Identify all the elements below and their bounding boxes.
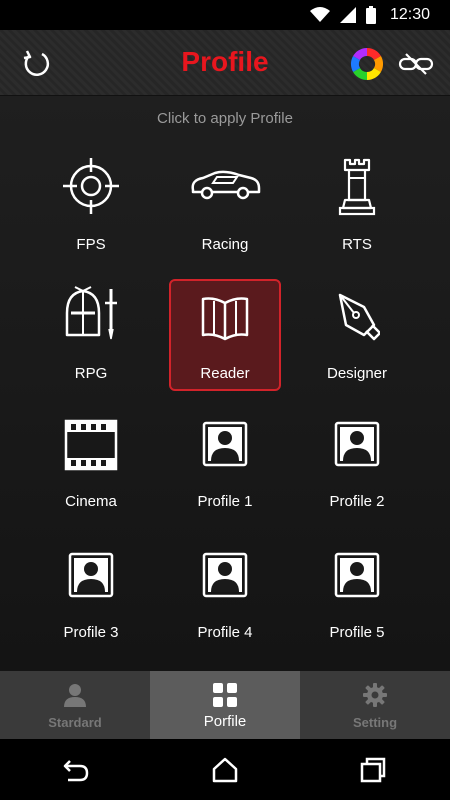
- knight-helmet-icon: [65, 286, 117, 340]
- crosshair-icon: [63, 158, 119, 214]
- pen-nib-icon: [338, 293, 380, 341]
- app-bar: Profile: [0, 30, 450, 96]
- tab-label: Porfile: [203, 713, 247, 730]
- profile-tile-profile-3[interactable]: Profile 3: [35, 540, 147, 652]
- profile-tile-profile-2[interactable]: Profile 2: [301, 409, 413, 521]
- book-icon: [201, 297, 249, 341]
- profile-label: Profile 5: [329, 624, 385, 641]
- home-icon[interactable]: [211, 757, 239, 783]
- profile-label: FPS: [76, 236, 106, 253]
- profile-tile-profile-4[interactable]: Profile 4: [169, 540, 281, 652]
- profile-tile-racing[interactable]: Racing: [169, 152, 281, 264]
- profile-label: Designer: [326, 365, 388, 382]
- hint-text: Click to apply Profile: [157, 110, 293, 127]
- profile-tile-fps[interactable]: FPS: [35, 152, 147, 264]
- race-car-icon: [191, 170, 261, 200]
- profile-tile-reader[interactable]: Reader: [169, 279, 281, 391]
- tab-label: Setting: [352, 715, 398, 730]
- user-icon: [334, 421, 380, 467]
- profile-label: Reader: [200, 365, 250, 382]
- user-icon: [68, 552, 114, 598]
- cell-signal-icon: [339, 7, 356, 23]
- profile-label: Cinema: [65, 493, 117, 510]
- profile-tile-rts[interactable]: RTS: [301, 152, 413, 264]
- tab-profile[interactable]: Porfile: [150, 671, 300, 739]
- person-icon: [64, 684, 86, 707]
- unlink-icon[interactable]: [398, 52, 434, 76]
- gear-icon: [363, 683, 387, 707]
- user-icon: [202, 552, 248, 598]
- recents-icon[interactable]: [359, 757, 387, 783]
- clock: 12:30: [389, 6, 430, 23]
- profile-label: Profile 1: [197, 493, 253, 510]
- wifi-icon: [309, 7, 330, 22]
- bottom-tab-bar: Stardard Porfile Setting: [0, 671, 450, 739]
- color-wheel-icon[interactable]: [350, 47, 384, 81]
- back-icon[interactable]: [62, 757, 90, 783]
- status-bar: 12:30: [0, 0, 450, 30]
- profile-tile-rpg[interactable]: RPG: [35, 281, 147, 393]
- profile-tile-designer[interactable]: Designer: [301, 281, 413, 393]
- user-icon: [334, 552, 380, 598]
- profile-tile-profile-5[interactable]: Profile 5: [301, 540, 413, 652]
- tab-setting[interactable]: Setting: [300, 671, 450, 739]
- tab-standard[interactable]: Stardard: [0, 671, 150, 739]
- system-nav-bar: [0, 739, 450, 800]
- profile-label: Profile 4: [197, 624, 253, 641]
- film-icon: [64, 419, 118, 471]
- profile-grid-area: Click to apply Profile FPS Racing RTS RP…: [0, 96, 450, 671]
- profile-label: Profile 2: [329, 493, 385, 510]
- chess-rook-icon: [338, 158, 376, 216]
- profile-tile-cinema[interactable]: Cinema: [35, 409, 147, 521]
- grid-icon: [213, 683, 237, 707]
- tab-label: Stardard: [48, 715, 102, 730]
- profile-tile-profile-1[interactable]: Profile 1: [169, 409, 281, 521]
- profile-label: Racing: [201, 236, 249, 253]
- profile-label: Profile 3: [63, 624, 119, 641]
- battery-icon: [365, 6, 376, 24]
- user-icon: [202, 421, 248, 467]
- profile-label: RPG: [74, 365, 108, 382]
- profile-label: RTS: [342, 236, 372, 253]
